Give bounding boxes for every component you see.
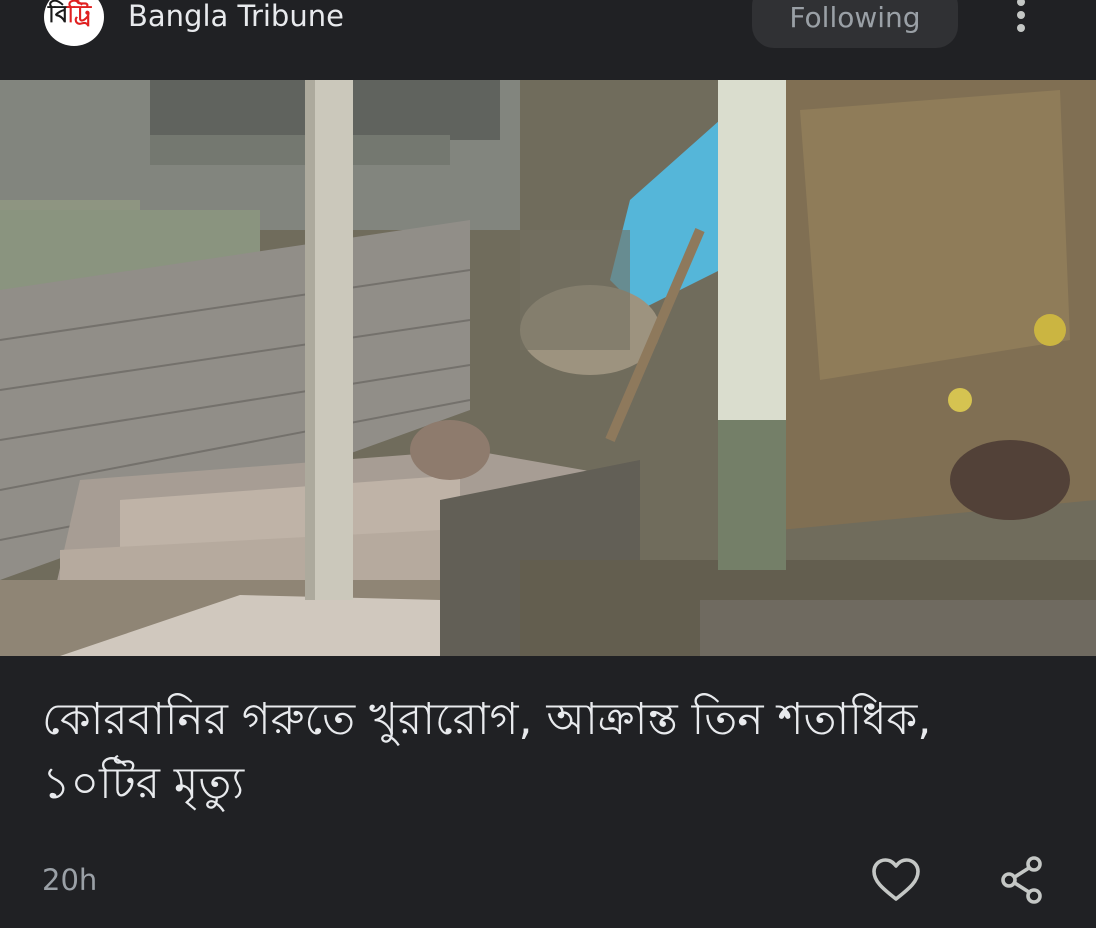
article-headline[interactable]: কোরবানির গরুতে খুরারোগ, আক্রান্ত তিন শতা… (42, 688, 1052, 816)
publisher-logo-mark: বিট্রি (48, 0, 91, 28)
article-image[interactable] (0, 80, 1096, 656)
publisher-header: বিট্রি Bangla Tribune Following (0, 0, 1096, 80)
article-photo (0, 80, 1096, 656)
more-vertical-icon[interactable] (1004, 0, 1040, 38)
publisher-logo[interactable]: বিট্রি (44, 0, 104, 46)
publisher-name[interactable]: Bangla Tribune (128, 0, 344, 34)
article-card: বিট্রি Bangla Tribune Following কোরবানির… (0, 0, 1096, 928)
heart-icon[interactable] (868, 852, 924, 908)
following-button[interactable]: Following (752, 0, 958, 48)
timestamp: 20h (42, 863, 98, 897)
share-icon[interactable] (994, 852, 1050, 908)
